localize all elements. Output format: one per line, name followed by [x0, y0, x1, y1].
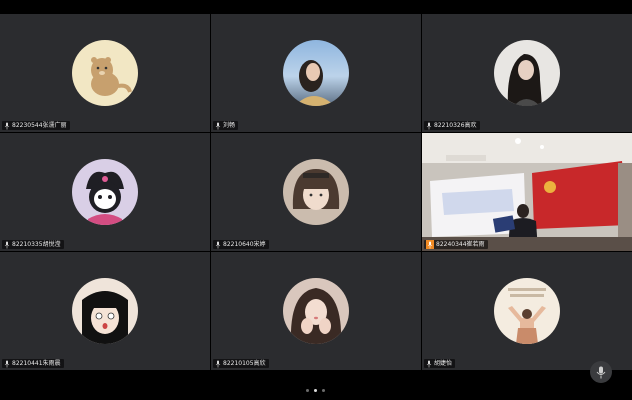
participant-tile-video[interactable]: 82240344崔若雨: [422, 133, 632, 251]
mic-active-icon: [427, 241, 433, 248]
participant-tile[interactable]: 刘畅: [211, 14, 421, 132]
live-video-feed: [422, 133, 632, 251]
participant-avatar: [72, 159, 138, 225]
participant-name-tag: 82210326高欢: [424, 121, 480, 130]
participant-name-tag: 82210640宋婷: [213, 240, 269, 249]
participant-name: 胡婕怡: [434, 360, 453, 367]
page-dot[interactable]: [322, 389, 325, 392]
video-grid: 82230544张濡广丽 刘畅 82210326高欢 82210335胡悦滢 8…: [0, 14, 632, 372]
participant-tile[interactable]: 82210441朱雨晨: [0, 252, 210, 370]
mic-muted-icon: [215, 122, 221, 129]
participant-name-tag: 82210105高欣: [213, 359, 269, 368]
participant-name: 刘畅: [223, 122, 236, 129]
page-dot-current[interactable]: [314, 389, 317, 392]
speaking-indicator: [426, 240, 434, 249]
participant-tile[interactable]: 82230544张濡广丽: [0, 14, 210, 132]
participant-avatar: [72, 278, 138, 344]
participant-name-tag: 82230544张濡广丽: [2, 121, 70, 130]
participant-name: 82210441朱雨晨: [12, 360, 61, 367]
mic-muted-icon: [426, 122, 432, 129]
participant-avatar: [494, 40, 560, 106]
participant-name: 82240344崔若雨: [436, 241, 485, 248]
participant-name: 82210326高欢: [434, 122, 477, 129]
participant-avatar: [494, 278, 560, 344]
participant-avatar: [283, 40, 349, 106]
page-indicator[interactable]: [306, 389, 325, 392]
mic-muted-icon: [4, 360, 10, 367]
mic-muted-icon: [215, 360, 221, 367]
mic-muted-icon: [215, 241, 221, 248]
mic-muted-icon: [4, 241, 10, 248]
participant-tile[interactable]: 82210640宋婷: [211, 133, 421, 251]
mic-muted-icon: [426, 360, 432, 367]
participant-avatar: [72, 40, 138, 106]
participant-tile[interactable]: 82210326高欢: [422, 14, 632, 132]
microphone-icon: [596, 366, 606, 378]
participant-tile[interactable]: 胡婕怡: [422, 252, 632, 370]
participant-name-tag: 刘畅: [213, 121, 239, 130]
participant-name: 82210335胡悦滢: [12, 241, 61, 248]
participant-tile[interactable]: 82210105高欣: [211, 252, 421, 370]
microphone-button[interactable]: [590, 361, 612, 383]
participant-name: 82230544张濡广丽: [12, 122, 67, 129]
participant-avatar: [283, 159, 349, 225]
participant-name-tag: 82210441朱雨晨: [2, 359, 64, 368]
participant-avatar: [283, 278, 349, 344]
mic-muted-icon: [4, 122, 10, 129]
page-dot[interactable]: [306, 389, 309, 392]
participant-name: 82210105高欣: [223, 360, 266, 367]
participant-name-tag: 胡婕怡: [424, 359, 456, 368]
participant-name: 82210640宋婷: [223, 241, 266, 248]
participant-tile[interactable]: 82210335胡悦滢: [0, 133, 210, 251]
participant-name-tag: 82240344崔若雨: [424, 240, 488, 249]
participant-name-tag: 82210335胡悦滢: [2, 240, 64, 249]
